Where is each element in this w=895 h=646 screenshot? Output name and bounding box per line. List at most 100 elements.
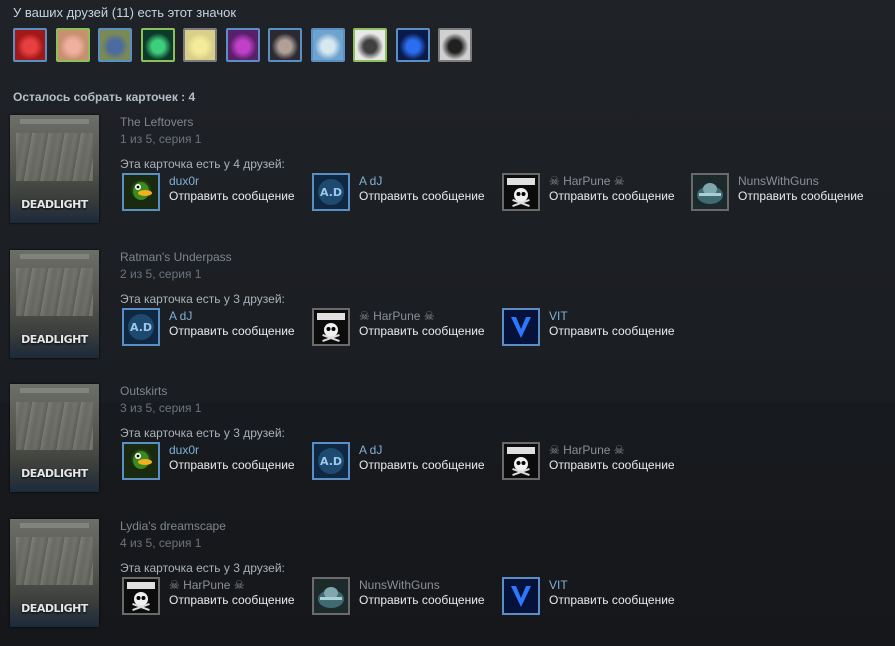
- avatar-image-icon: [15, 30, 45, 60]
- skull-icon[interactable]: [122, 577, 160, 615]
- send-message-link[interactable]: Отправить сообщение: [359, 324, 494, 338]
- owner-name-link[interactable]: NunsWithGuns: [359, 578, 440, 592]
- skull-icon[interactable]: [502, 173, 540, 211]
- card-owner: dux0r Отправить сообщение: [120, 173, 305, 213]
- card-title-strip: [20, 254, 89, 259]
- friend-avatar-7[interactable]: [268, 28, 302, 62]
- v-logo-icon[interactable]: [502, 577, 540, 615]
- avatar-image-icon: [270, 30, 300, 60]
- owner-name-link[interactable]: NunsWithGuns: [738, 174, 819, 188]
- card-owner: dux0r Отправить сообщение: [120, 442, 305, 482]
- cards-remaining-label: Осталось собрать карточек : 4: [13, 90, 196, 104]
- adj-logo-icon[interactable]: A.D: [312, 173, 350, 211]
- send-message-link[interactable]: Отправить сообщение: [169, 593, 304, 607]
- card-title: Lydia's dreamscape: [120, 519, 226, 533]
- skull-icon[interactable]: [312, 308, 350, 346]
- card-title: Outskirts: [120, 384, 168, 398]
- owner-name-link[interactable]: VIT: [549, 309, 568, 323]
- send-message-link[interactable]: Отправить сообщение: [549, 324, 684, 338]
- owner-name-link[interactable]: ☠ HarPune ☠: [359, 309, 435, 323]
- card-title-strip: [20, 388, 89, 393]
- owner-name-link[interactable]: ☠ HarPune ☠: [549, 174, 625, 188]
- owner-name-link[interactable]: A dJ: [169, 309, 192, 323]
- friends-have-card-label: Эта карточка есть у 3 друзей:: [120, 292, 285, 306]
- owner-name-link[interactable]: dux0r: [169, 443, 199, 457]
- card-row: DEADLIGHT The Leftovers 1 из 5, серия 1 …: [10, 115, 895, 225]
- soldier-icon[interactable]: [312, 577, 350, 615]
- friend-avatar-8[interactable]: [310, 28, 345, 62]
- card-owner: ☠ HarPune ☠ Отправить сообщение: [120, 577, 305, 617]
- card-owner: ☠ HarPune ☠ Отправить сообщение: [500, 442, 685, 482]
- owner-name-link[interactable]: ☠ HarPune ☠: [169, 578, 245, 592]
- card-title: The Leftovers: [120, 115, 194, 129]
- send-message-link[interactable]: Отправить сообщение: [738, 189, 873, 203]
- send-message-link[interactable]: Отправить сообщение: [549, 458, 684, 472]
- owner-name-link[interactable]: A dJ: [359, 174, 382, 188]
- send-message-link[interactable]: Отправить сообщение: [169, 189, 304, 203]
- send-message-link[interactable]: Отправить сообщение: [549, 593, 684, 607]
- send-message-link[interactable]: Отправить сообщение: [359, 189, 494, 203]
- card-series: 4 из 5, серия 1: [120, 536, 202, 550]
- card-art: [16, 402, 93, 450]
- card-series: 1 из 5, серия 1: [120, 132, 202, 146]
- avatar-image-icon: [142, 30, 173, 60]
- owner-name-link[interactable]: ☠ HarPune ☠: [549, 443, 625, 457]
- friend-avatar-9[interactable]: [353, 28, 387, 62]
- friends-have-card-label: Эта карточка есть у 3 друзей:: [120, 561, 285, 575]
- friends-have-card-label: Эта карточка есть у 3 друзей:: [120, 426, 285, 440]
- adj-logo-icon[interactable]: A.D: [122, 308, 160, 346]
- card-game-logo: DEADLIGHT: [21, 467, 88, 480]
- card-image[interactable]: DEADLIGHT: [10, 115, 99, 223]
- card-series: 3 из 5, серия 1: [120, 401, 202, 415]
- svg-text:A.D: A.D: [130, 321, 152, 334]
- skull-icon[interactable]: [502, 442, 540, 480]
- send-message-link[interactable]: Отправить сообщение: [549, 189, 684, 203]
- friend-avatar-1[interactable]: [13, 28, 47, 62]
- card-owner: NunsWithGuns Отправить сообщение: [310, 577, 495, 617]
- friend-avatar-6[interactable]: [225, 28, 260, 62]
- card-image[interactable]: DEADLIGHT: [10, 250, 99, 358]
- avatar-image-icon: [227, 30, 258, 60]
- card-image[interactable]: DEADLIGHT: [10, 519, 99, 627]
- send-message-link[interactable]: Отправить сообщение: [359, 458, 494, 472]
- card-image[interactable]: DEADLIGHT: [10, 384, 99, 492]
- card-owner: A.D A dJ Отправить сообщение: [310, 173, 495, 213]
- avatar-image-icon: [312, 30, 343, 60]
- card-title: Ratman's Underpass: [120, 250, 232, 264]
- send-message-link[interactable]: Отправить сообщение: [359, 593, 494, 607]
- avatar-image-icon: [355, 30, 385, 60]
- friend-avatars-row: [13, 28, 481, 62]
- owner-name-link[interactable]: VIT: [549, 578, 568, 592]
- friend-avatar-10[interactable]: [395, 28, 430, 62]
- send-message-link[interactable]: Отправить сообщение: [169, 458, 304, 472]
- card-owner: A.D A dJ Отправить сообщение: [310, 442, 495, 482]
- card-row: DEADLIGHT Lydia's dreamscape 4 из 5, сер…: [10, 519, 895, 629]
- svg-text:A.D: A.D: [320, 455, 342, 468]
- card-art: [16, 537, 93, 585]
- owner-name-link[interactable]: dux0r: [169, 174, 199, 188]
- avatar-image-icon: [185, 30, 215, 60]
- friends-badge-header: У ваших друзей (11) есть этот значок: [13, 5, 237, 20]
- avatar-image-icon: [440, 30, 470, 60]
- friend-avatar-3[interactable]: [98, 28, 132, 62]
- send-message-link[interactable]: Отправить сообщение: [169, 324, 304, 338]
- v-logo-icon[interactable]: [502, 308, 540, 346]
- owner-name-link[interactable]: A dJ: [359, 443, 382, 457]
- friend-avatar-2[interactable]: [55, 28, 90, 62]
- friend-avatar-5[interactable]: [183, 28, 217, 62]
- friend-avatar-11[interactable]: [438, 28, 472, 62]
- friends-have-card-label: Эта карточка есть у 4 друзей:: [120, 157, 285, 171]
- card-row: DEADLIGHT Ratman's Underpass 2 из 5, сер…: [10, 250, 895, 360]
- card-series: 2 из 5, серия 1: [120, 267, 202, 281]
- soldier-icon[interactable]: [691, 173, 729, 211]
- card-owner: VIT Отправить сообщение: [500, 577, 685, 617]
- duck-icon[interactable]: [122, 442, 160, 480]
- svg-text:A.D: A.D: [320, 186, 342, 199]
- friend-avatar-4[interactable]: [140, 28, 175, 62]
- card-owner: VIT Отправить сообщение: [500, 308, 685, 348]
- card-owner: A.D A dJ Отправить сообщение: [120, 308, 305, 348]
- adj-logo-icon[interactable]: A.D: [312, 442, 350, 480]
- card-game-logo: DEADLIGHT: [21, 333, 88, 346]
- duck-icon[interactable]: [122, 173, 160, 211]
- avatar-image-icon: [100, 30, 130, 60]
